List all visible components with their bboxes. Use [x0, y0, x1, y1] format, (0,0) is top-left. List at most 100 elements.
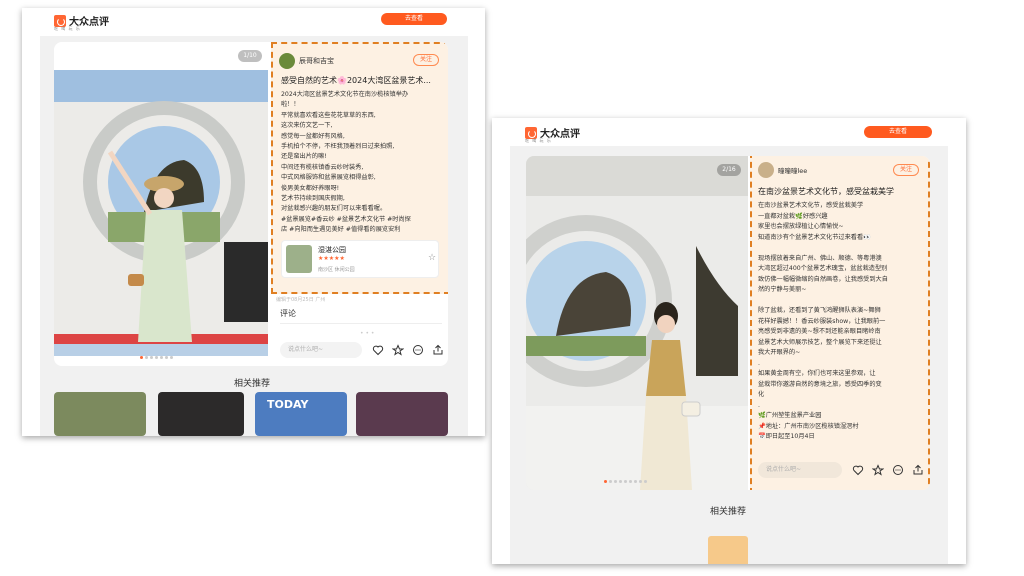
author-row: 曈曈曈lee — [758, 162, 807, 178]
related-thumb-3[interactable]: TODAY — [255, 392, 347, 436]
body-line: 🌿广州堃笙盆景产业园 — [758, 412, 822, 419]
go-view-button[interactable]: 去查看 — [381, 13, 447, 25]
body-line: 对盆栽感兴趣的朋友们可以来看看喔。 — [281, 205, 387, 213]
body-line: 致仿佛一幅幅微缩的自然画卷，让我感受到大自 — [758, 275, 888, 283]
note-content-highlight: 辰哥和吉宝 关注 感受自然的艺术🌸2024大湾区盆景艺术... 2024大湾区盆… — [271, 42, 448, 294]
comment-icon[interactable] — [412, 344, 424, 356]
left-screenshot: 大众点评 吃 喝 玩 乐 去查看 1/10 辰哥和吉宝 关注 感受自然的艺术🌸2… — [22, 8, 485, 436]
body-line: 📅即日起至10月4日 — [758, 433, 815, 440]
dianping-logo-icon — [525, 126, 537, 139]
go-view-button[interactable]: 去查看 — [864, 126, 932, 138]
comment-divider — [280, 323, 442, 324]
poi-card[interactable]: 湿湛公园 ★★★★★ 南沙区 休闲公园 ☆ — [281, 240, 439, 278]
like-icon[interactable] — [372, 344, 384, 356]
comment-input[interactable]: 说点什么吧~ — [758, 462, 842, 478]
body-line: 知道南沙有个盆景艺术文化节过来看看👀 — [758, 233, 871, 241]
right-screenshot: 大众点评 吃 喝 玩 乐 去查看 2/16 曈曈曈lee 关注 在南沙盆景艺术文… — [492, 118, 966, 564]
author-name[interactable]: 辰哥和吉宝 — [299, 56, 334, 66]
body-line: 如果黄金周有空，你们也可来这里参观，让 — [758, 370, 876, 377]
body-line: 一直都对盆栽🌿好感兴趣 — [758, 212, 828, 220]
action-bar: 说点什么吧~ — [280, 342, 444, 358]
body-line: 大湾区超过400个盆景艺术瑰宝，盆盆栽造型别 — [758, 265, 888, 272]
body-line: 手机拍个不停，不枉我顶着烈日过来拍照, — [281, 143, 395, 151]
photo-image — [54, 70, 268, 356]
body-line: 除了盆栽，还看到了黄飞鸿醒狮队表演~舞狮 — [758, 307, 881, 314]
edit-date: 编辑于08月25日 广州 — [276, 297, 326, 303]
comment-input[interactable]: 说点什么吧~ — [280, 342, 362, 358]
body-line: 亮感受到非遗的美~想不到还能亲眼目睹岭南 — [758, 328, 881, 335]
dianping-logo-icon — [54, 14, 66, 27]
author-avatar[interactable] — [279, 53, 295, 69]
action-bar: 说点什么吧~ — [758, 462, 924, 478]
note-title: 感受自然的艺术🌸2024大湾区盆景艺术... — [281, 76, 431, 85]
like-icon[interactable] — [852, 464, 864, 476]
body-line: 然的宁静与美丽~ — [758, 286, 807, 293]
top-bar: 大众点评 吃 喝 玩 乐 去查看 — [492, 118, 966, 144]
body-line: 在南沙盆景艺术文化节，感受盆栽美学 — [758, 202, 864, 209]
body-line: 盆栽带你邀游自然的意境之旅，感受四季的变 — [758, 380, 882, 388]
follow-button[interactable]: 关注 — [893, 164, 919, 176]
thumb-today-label: TODAY — [267, 398, 309, 411]
body-line: 平常就喜欢看这些花花草草的东西, — [281, 111, 376, 119]
loading-dots: • • • — [360, 330, 375, 337]
note-content-highlight: 曈曈曈lee 关注 在南沙盆景艺术文化节，感受盆栽美学 在南沙盆景艺术文化节，感… — [750, 156, 930, 490]
logo-subtitle: 吃 喝 玩 乐 — [525, 138, 552, 143]
body-line: 现场摆放着来自广州、佛山、顺德、等粤港澳 — [758, 254, 882, 262]
body-line: 啦！！ — [281, 101, 300, 109]
carousel-dots — [140, 356, 173, 359]
image-counter: 1/10 — [238, 50, 262, 62]
favorite-icon[interactable]: ☆ — [428, 253, 436, 263]
body-line: #盆景展览#香云纱 #盆景艺术文化节 #时尚探 — [281, 215, 411, 223]
author-name[interactable]: 曈曈曈lee — [778, 165, 807, 175]
body-line: 化 — [758, 391, 765, 398]
body-line: 俊男美女都好养眼呀! — [281, 184, 340, 192]
photo-image — [526, 156, 748, 490]
note-title: 在南沙盆景艺术文化节，感受盆栽美学 — [758, 187, 894, 196]
related-thumb-2[interactable] — [158, 392, 244, 436]
body-line — [758, 296, 888, 307]
poi-rating: ★★★★★ — [318, 255, 345, 262]
top-bar: 大众点评 吃 喝 玩 乐 去查看 — [22, 8, 485, 36]
related-thumb-1[interactable] — [54, 392, 146, 436]
body-line: 花样好震撼！！香云纱服装show，让我眼前一 — [758, 317, 886, 325]
follow-button[interactable]: 关注 — [413, 54, 439, 66]
note-photo[interactable]: 2/16 — [526, 156, 748, 490]
body-line: 这次来仿文艺一下, — [281, 122, 333, 130]
logo-subtitle: 吃 喝 玩 乐 — [54, 26, 81, 31]
note-card: 1/10 辰哥和吉宝 关注 感受自然的艺术🌸2024大湾区盆景艺术... 202… — [54, 42, 448, 366]
comments-label: 评论 — [280, 309, 296, 318]
image-counter: 2/16 — [717, 164, 741, 176]
poi-thumbnail — [286, 245, 312, 273]
author-avatar[interactable] — [758, 162, 774, 178]
related-thumb-4[interactable] — [356, 392, 448, 436]
empty-box-illustration — [708, 536, 748, 564]
star-icon[interactable] — [392, 344, 404, 356]
body-line: 我大开眼界的~ — [758, 349, 801, 356]
poi-meta: 南沙区 休闲公园 — [318, 267, 355, 273]
carousel-dots — [604, 480, 647, 483]
body-line: . — [758, 359, 760, 367]
body-line: 还是蛮出片的嘛! — [281, 153, 327, 161]
body-line: 盆景艺术大师展示技艺，整个展览下来还挺让 — [758, 338, 882, 346]
related-title: 相关推荐 — [233, 379, 270, 389]
author-row: 辰哥和吉宝 — [279, 53, 334, 69]
note-body: 2024大湾区盆景艺术文化节在南沙榄核镇举办 啦！！ 平常就喜欢看这些花花草草的… — [281, 90, 411, 236]
comment-icon[interactable] — [892, 464, 904, 476]
share-icon[interactable] — [432, 344, 444, 356]
body-line: . — [758, 401, 760, 409]
note-body: 在南沙盆景艺术文化节，感受盆栽美学 一直都对盆栽🌿好感兴趣 家里也会摆放绿植让心… — [758, 201, 888, 443]
body-line — [758, 243, 888, 254]
body-line: 📌地址：广州市南沙区榄核镇湿滘村 — [758, 422, 859, 430]
body-line: 店 #向阳而生遇见美好 #值得看的展览安利 — [281, 226, 401, 234]
body-line: 感觉每一盆都好有风格, — [281, 132, 345, 140]
note-card: 2/16 曈曈曈lee 关注 在南沙盆景艺术文化节，感受盆栽美学 在南沙盆景艺术… — [526, 156, 930, 490]
share-icon[interactable] — [912, 464, 924, 476]
body-line: 艺术节持续到国庆假期, — [281, 195, 345, 203]
body-line: 家里也会摆放绿植让心情愉悦~ — [758, 223, 844, 230]
body-line: 中式风格服饰和盆景展览相得益彰, — [281, 174, 376, 182]
body-line: 中间还有榄核镇香云纱时装秀, — [281, 163, 364, 171]
body-line: 2024大湾区盆景艺术文化节在南沙榄核镇举办 — [281, 91, 409, 98]
star-icon[interactable] — [872, 464, 884, 476]
note-photo[interactable]: 1/10 — [54, 42, 268, 366]
poi-name: 湿湛公园 — [318, 246, 346, 254]
